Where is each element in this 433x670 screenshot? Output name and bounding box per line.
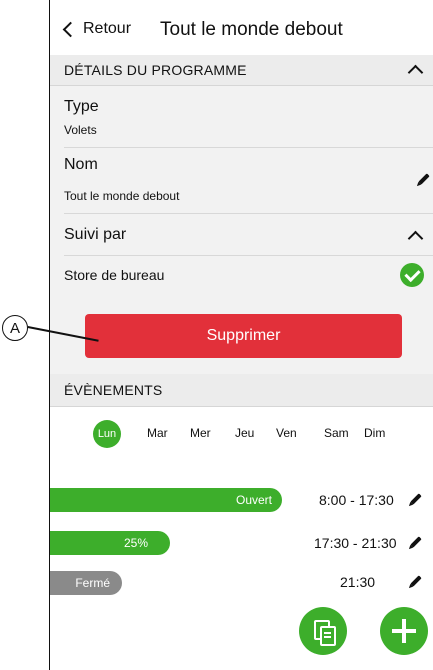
chevron-left-icon [62,21,79,37]
edit-event-pencil-icon[interactable] [410,493,422,505]
page-title: Tout le monde debout [160,19,343,40]
copy-button[interactable] [299,607,347,655]
events-section-title: ÉVÈNEMENTS [64,382,163,398]
followed-item-label: Store de bureau [64,267,165,283]
type-value: Volets [64,123,97,137]
day-selector: Lun Mar Mer Jeu Ven Sam Dim [50,420,433,448]
day-lun[interactable]: Lun [93,420,121,448]
divider [64,147,433,148]
back-button[interactable]: Retour [62,20,131,38]
type-label: Type [64,98,99,115]
event-time: 17:30 - 21:30 [314,535,397,551]
callout-marker: A [2,315,28,341]
day-jeu[interactable]: Jeu [235,426,254,440]
events-section-header: ÉVÈNEMENTS [50,374,433,407]
copy-icon-front [320,626,336,646]
day-ven[interactable]: Ven [276,426,297,440]
day-dim[interactable]: Dim [364,426,385,440]
details-panel: Type Volets Nom Tout le monde debout Sui… [50,86,433,296]
details-section-header[interactable]: DÉTAILS DU PROGRAMME [50,55,433,86]
check-circle-icon[interactable] [400,263,424,287]
edit-event-pencil-icon[interactable] [410,575,422,587]
divider [64,213,433,214]
edit-event-pencil-icon[interactable] [410,536,422,548]
chevron-up-icon[interactable] [407,230,424,247]
day-mer[interactable]: Mer [190,426,211,440]
copy-icon-line [324,632,331,634]
event-bar-25[interactable]: 25% [50,531,170,555]
add-event-button[interactable] [380,607,428,655]
details-section-title: DÉTAILS DU PROGRAMME [64,62,247,78]
top-bar: Retour Tout le monde debout [50,0,433,55]
name-label: Nom [64,156,98,173]
followed-by-label: Suivi par [64,226,127,243]
event-bar-open[interactable]: Ouvert [50,488,282,512]
chevron-up-icon[interactable] [407,64,424,81]
day-mar[interactable]: Mar [147,426,168,440]
app-screen: Retour Tout le monde debout DÉTAILS DU P… [49,0,433,670]
back-label: Retour [83,20,132,37]
copy-icon-line [324,636,331,638]
delete-button[interactable]: Supprimer [85,314,402,358]
event-time: 8:00 - 17:30 [319,492,394,508]
name-value: Tout le monde debout [64,189,180,203]
day-sam[interactable]: Sam [324,426,349,440]
edit-name-pencil-icon[interactable] [418,173,430,185]
plus-icon-vertical [402,619,406,643]
divider [64,255,433,256]
event-bar-closed[interactable]: Fermé [50,571,122,595]
event-time: 21:30 [340,574,376,590]
